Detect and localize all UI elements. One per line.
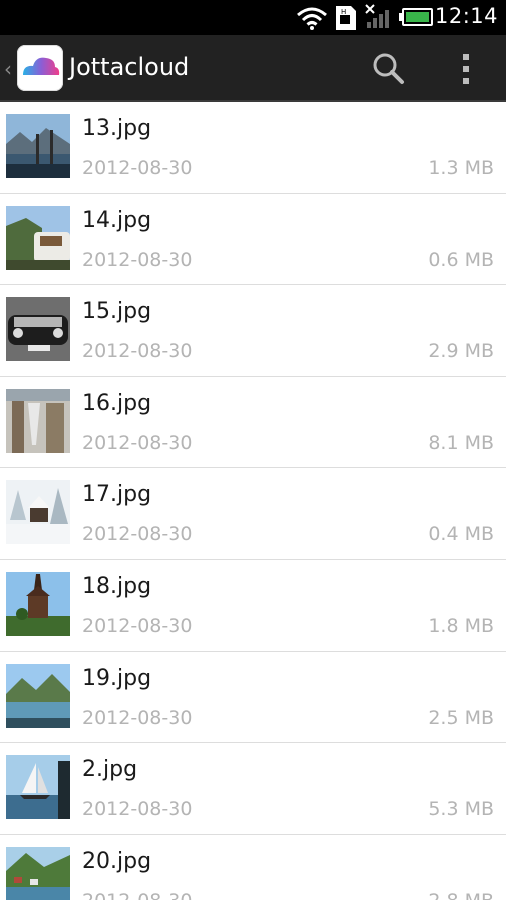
file-name: 19.jpg [82,665,152,691]
sim-card-icon: H [336,6,356,30]
app-title: Jottacloud [69,53,190,81]
file-date: 2012-08-30 [82,340,193,363]
mountain-lake-thumbnail [6,663,70,728]
vintage-car-thumbnail [6,297,70,362]
file-row[interactable]: 17.jpg 2012-08-30 0.4 MB [0,468,506,560]
file-size: 0.6 MB [428,248,494,271]
file-name: 16.jpg [82,390,152,416]
fjord-village-thumbnail [6,846,70,900]
file-row[interactable]: 13.jpg 2012-08-30 1.3 MB [0,102,506,194]
clock: 12:14 [434,4,498,28]
back-caret-icon[interactable]: ‹ [4,57,12,81]
file-size: 2.5 MB [428,706,494,729]
search-icon [373,53,404,84]
jottacloud-logo[interactable] [17,45,63,91]
svg-text:H: H [341,8,346,16]
snowy-cabin-thumbnail [6,480,70,545]
rock-sculpture-thumbnail [6,388,70,453]
file-row[interactable]: 16.jpg 2012-08-30 8.1 MB [0,377,506,469]
stave-church-thumbnail [6,571,70,636]
file-row[interactable]: 20.jpg 2012-08-30 2.8 MB [0,835,506,900]
file-date: 2012-08-30 [82,614,193,637]
file-size: 0.4 MB [428,523,494,546]
file-date: 2012-08-30 [82,798,193,821]
file-list[interactable]: 13.jpg 2012-08-30 1.3 MB 14.jpg 2012-08-… [0,102,506,900]
file-name: 2.jpg [82,757,138,783]
file-row[interactable]: 18.jpg 2012-08-30 1.8 MB [0,560,506,652]
file-name: 17.jpg [82,482,152,508]
file-name: 18.jpg [82,573,152,599]
file-size: 2.8 MB [428,890,494,900]
file-size: 1.8 MB [428,614,494,637]
file-size: 5.3 MB [428,798,494,821]
file-row[interactable]: 14.jpg 2012-08-30 0.6 MB [0,194,506,286]
wifi-icon [297,7,327,30]
status-bar: H 12:14 [0,0,506,35]
action-bar: ‹ Jottacloud [0,35,506,102]
file-date: 2012-08-30 [82,523,193,546]
overflow-menu-icon [463,54,469,84]
file-row[interactable]: 15.jpg 2012-08-30 2.9 MB [0,285,506,377]
overflow-menu-button[interactable] [446,49,486,89]
file-name: 13.jpg [82,116,152,141]
cloud-icon [23,57,60,75]
file-size: 8.1 MB [428,431,494,454]
file-size: 1.3 MB [428,157,494,179]
file-row[interactable]: 19.jpg 2012-08-30 2.5 MB [0,652,506,744]
file-name: 14.jpg [82,207,152,233]
battery-icon [399,8,433,26]
file-date: 2012-08-30 [82,706,193,729]
file-size: 2.9 MB [428,340,494,363]
search-button[interactable] [369,49,409,89]
file-date: 2012-08-30 [82,248,193,271]
file-name: 20.jpg [82,848,152,874]
file-date: 2012-08-30 [82,431,193,454]
sailboat-thumbnail [6,755,70,820]
file-name: 15.jpg [82,299,152,325]
caravan-thumbnail [6,205,70,270]
file-date: 2012-08-30 [82,890,192,900]
lake-fjord-thumbnail [6,114,70,178]
signal-bars-icon [365,4,389,28]
file-date: 2012-08-30 [82,157,193,179]
file-row[interactable]: 2.jpg 2012-08-30 5.3 MB [0,743,506,835]
